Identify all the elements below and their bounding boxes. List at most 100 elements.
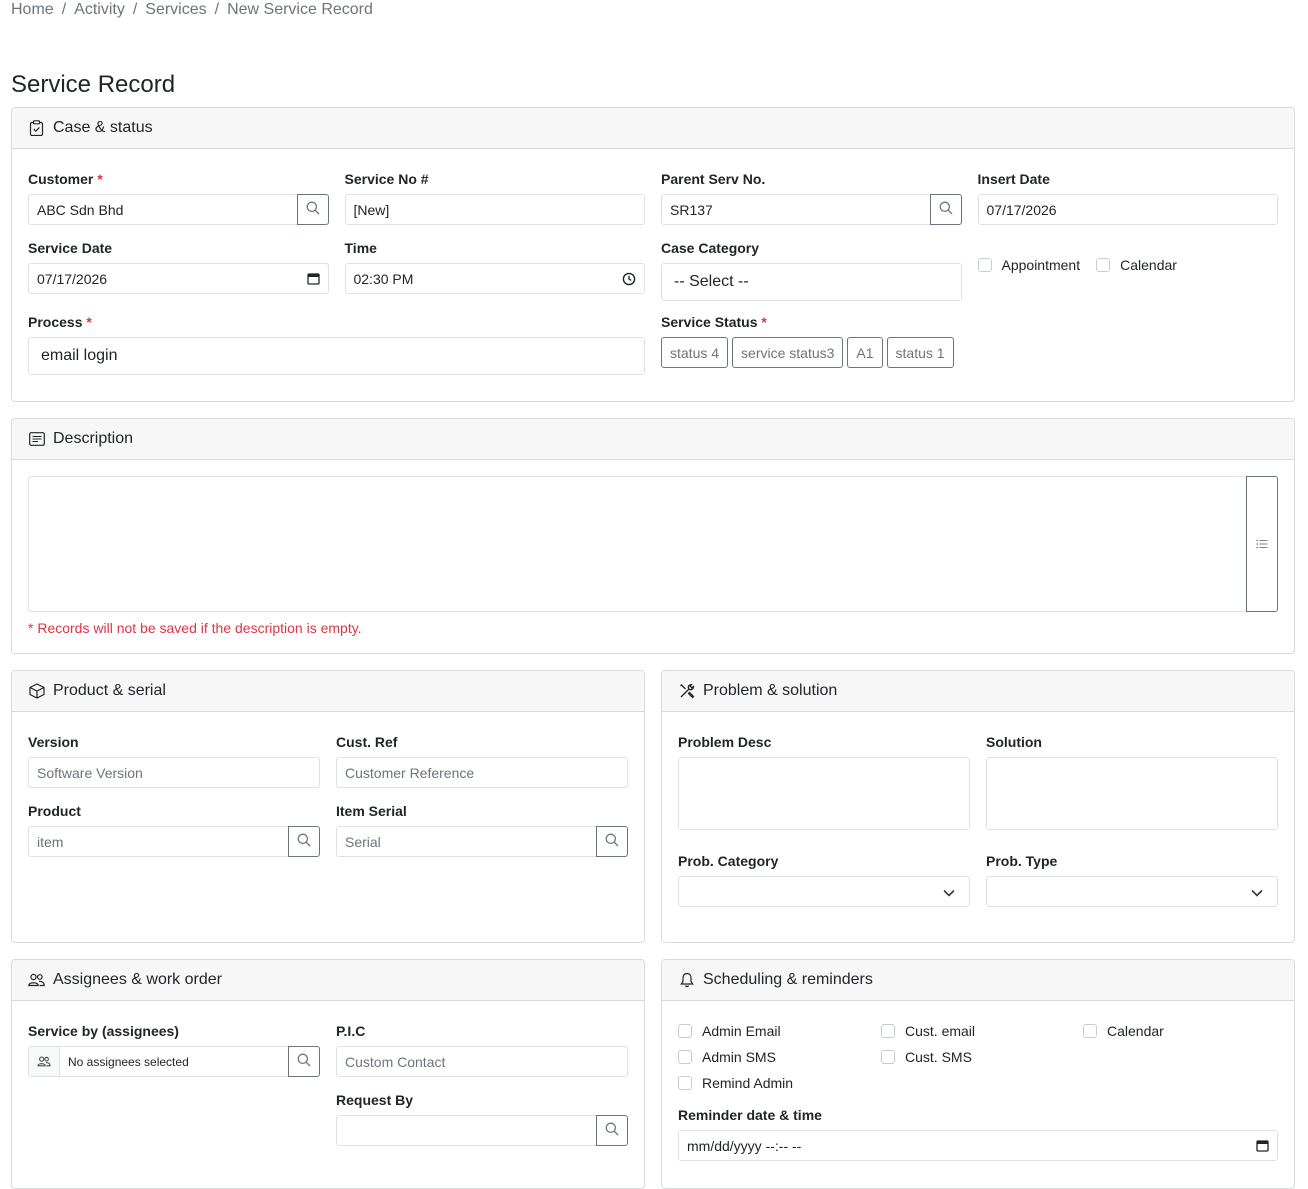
version-input[interactable]: Software Version	[28, 757, 320, 788]
breadcrumb-current: New Service Record	[227, 1, 373, 18]
description-card: Description * Records will not be saved …	[11, 418, 1295, 654]
clipboard-check-icon	[28, 120, 45, 137]
prob-type-label: Prob. Type	[986, 853, 1058, 869]
case-status-card: Case & status Customer * ABC Sdn Bhd Ser…	[11, 107, 1295, 402]
product-search-button[interactable]	[288, 826, 320, 857]
breadcrumb-home[interactable]: Home	[11, 1, 54, 18]
clock-icon[interactable]	[622, 272, 636, 286]
breadcrumb-separator: /	[132, 1, 138, 18]
scheduling-calendar-checkbox[interactable]: Calendar	[1083, 1021, 1273, 1041]
process-input[interactable]: email login	[28, 337, 645, 375]
cust-sms-checkbox[interactable]: Cust. SMS	[881, 1047, 1083, 1067]
prob-category-select[interactable]	[678, 876, 970, 907]
cust-sms-label: Cust. SMS	[905, 1049, 972, 1065]
assignees-header: Assignees & work order	[12, 960, 644, 1001]
description-side-button[interactable]	[1246, 476, 1278, 612]
parent-serv-search-button[interactable]	[929, 194, 962, 225]
reminder-datetime-input[interactable]: mm/dd/yyyy --:-- --	[678, 1130, 1278, 1161]
service-status-label-text: Service Status	[661, 314, 758, 330]
admin-email-checkbox[interactable]: Admin Email	[678, 1021, 881, 1041]
status-button[interactable]: status 4	[661, 337, 729, 368]
checkbox-box[interactable]	[977, 258, 992, 272]
admin-sms-checkbox[interactable]: Admin SMS	[678, 1047, 881, 1067]
breadcrumb-separator: /	[214, 1, 220, 18]
case-row-1: Customer * ABC Sdn Bhd Service No # [New…	[28, 169, 1278, 225]
description-textarea[interactable]	[28, 476, 1247, 612]
time-label: Time	[344, 240, 377, 256]
problem-solution-card: Problem & solution Problem Desc Solution…	[661, 670, 1295, 943]
checkbox-box[interactable]	[678, 1076, 692, 1090]
request-by-input[interactable]	[336, 1115, 597, 1146]
search-icon	[306, 201, 320, 218]
time-input[interactable]: 02:30 PM	[344, 263, 645, 294]
prob-type-select[interactable]	[986, 876, 1278, 907]
customer-label-text: Customer	[28, 171, 94, 187]
assignees-card: Assignees & work order Service by (assig…	[11, 959, 645, 1189]
calendar-icon[interactable]	[306, 272, 320, 285]
assignees-input[interactable]: No assignees selected	[59, 1046, 289, 1077]
calendar-icon[interactable]	[1256, 1139, 1269, 1152]
case-category-select[interactable]: -- Select --	[661, 263, 962, 301]
item-serial-input[interactable]: Serial	[336, 826, 597, 857]
case-status-title: Case & status	[53, 119, 153, 136]
assignees-search-button[interactable]	[288, 1046, 320, 1077]
checkbox-box[interactable]	[678, 1024, 692, 1038]
admin-sms-label: Admin SMS	[702, 1049, 776, 1065]
serial-search-button[interactable]	[596, 826, 628, 857]
status-button[interactable]: A1	[847, 337, 883, 368]
item-serial-label: Item Serial	[336, 803, 407, 819]
product-label: Product	[28, 803, 81, 819]
service-no-label: Service No #	[344, 171, 429, 187]
tools-icon	[678, 683, 695, 700]
service-status-group: status 4 service status3 A1 status 1	[661, 337, 1278, 368]
status-button[interactable]: service status3	[732, 337, 844, 368]
insert-date-label: Insert Date	[977, 171, 1050, 187]
problem-desc-textarea[interactable]	[678, 757, 970, 830]
status-button[interactable]: status 1	[886, 337, 954, 368]
cust-email-label: Cust. email	[905, 1023, 976, 1039]
parent-serv-input[interactable]: SR137	[661, 194, 931, 225]
checkbox-box[interactable]	[881, 1050, 895, 1064]
page: Home / Activity / Services / New Service Recor…	[0, 0, 1308, 1189]
pic-input[interactable]: Custom Contact	[336, 1046, 628, 1077]
calendar-label: Calendar	[1120, 257, 1177, 273]
customer-label: Customer *	[28, 169, 329, 189]
product-input[interactable]: item	[28, 826, 289, 857]
request-by-search-button[interactable]	[596, 1115, 628, 1146]
solution-label: Solution	[986, 734, 1042, 750]
solution-textarea[interactable]	[986, 757, 1278, 830]
service-date-value: 07/17/2026	[37, 270, 108, 287]
search-icon	[605, 833, 619, 850]
cust-email-checkbox[interactable]: Cust. email	[881, 1021, 1083, 1041]
breadcrumb-activity[interactable]: Activity	[74, 1, 125, 18]
description-header: Description	[12, 419, 1294, 460]
chevron-down-icon	[943, 884, 955, 900]
request-by-label: Request By	[336, 1092, 414, 1108]
insert-date-input[interactable]: 07/17/2026	[977, 194, 1278, 225]
cust-ref-input[interactable]: Customer Reference	[336, 757, 628, 788]
service-no-input[interactable]: [New]	[344, 194, 645, 225]
box-icon	[28, 683, 45, 700]
customer-input[interactable]: ABC Sdn Bhd	[28, 194, 298, 225]
process-label-text: Process	[28, 314, 83, 330]
prob-category-label: Prob. Category	[678, 853, 779, 869]
service-date-input[interactable]: 07/17/2026	[28, 263, 329, 294]
problem-desc-label: Problem Desc	[678, 734, 772, 750]
checkbox-box[interactable]	[1096, 258, 1111, 272]
search-icon	[297, 1053, 311, 1070]
checkbox-box[interactable]	[678, 1050, 692, 1064]
breadcrumb-services[interactable]: Services	[145, 1, 206, 18]
checkbox-box[interactable]	[1083, 1024, 1097, 1038]
customer-search-button[interactable]	[296, 194, 329, 225]
remind-admin-checkbox[interactable]: Remind Admin	[678, 1073, 881, 1093]
calendar-checkbox[interactable]: Calendar	[1096, 257, 1177, 273]
service-by-label: Service by (assignees)	[28, 1023, 179, 1039]
case-category-label: Case Category	[661, 240, 760, 256]
appointment-checkbox[interactable]: Appointment	[977, 257, 1080, 273]
scheduling-calendar-label: Calendar	[1107, 1023, 1164, 1039]
chevron-down-icon	[1251, 884, 1263, 900]
description-title: Description	[53, 430, 134, 447]
bell-icon	[678, 972, 695, 989]
checkbox-box[interactable]	[881, 1024, 895, 1038]
parent-serv-label: Parent Serv No.	[661, 171, 766, 187]
